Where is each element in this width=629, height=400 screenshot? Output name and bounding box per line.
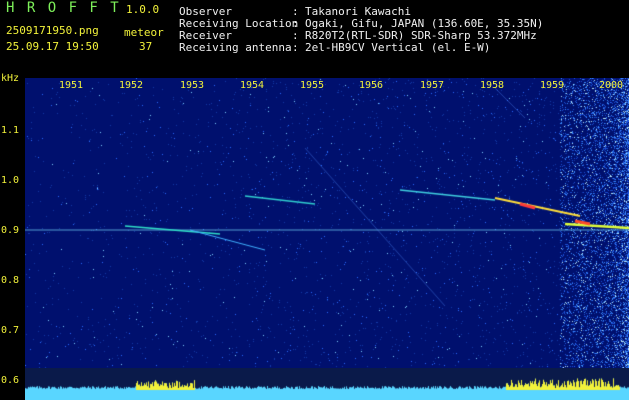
y-axis-unit: kHz: [1, 73, 20, 84]
location-sep: :: [292, 17, 306, 30]
hroff-screen: H R O F F T 1.0.0 2509171950.png 25.09.1…: [0, 0, 629, 400]
capture-datetime: 25.09.17 19:50: [6, 40, 99, 53]
image-filename: 2509171950.png: [6, 24, 99, 37]
observer-label: Observer: [179, 5, 232, 18]
y-tick-1-1: 1.1: [1, 125, 20, 136]
app-logo: H R O F F T: [6, 0, 121, 16]
observer-value: Takanori Kawachi: [305, 5, 411, 18]
x-tick-1953: 1953: [180, 80, 205, 91]
y-tick-0-6: 0.6: [1, 375, 20, 386]
y-tick-0-7: 0.7: [1, 325, 20, 336]
x-tick-1955: 1955: [300, 80, 325, 91]
receiver-value: R820T2(RTL-SDR) SDR-Sharp 53.372MHz: [305, 29, 537, 42]
meteor-label: meteor: [124, 26, 164, 39]
x-tick-1956: 1956: [359, 80, 384, 91]
meteor-count: 37: [139, 40, 153, 53]
antenna-value: 2el-HB9CV Vertical (el. E-W): [305, 41, 491, 54]
location-value: Ogaki, Gifu, JAPAN (136.60E, 35.35N): [305, 17, 544, 30]
receiver-label: Receiver: [179, 29, 232, 42]
app-version: 1.0.0: [126, 3, 160, 16]
signal-level-canvas: [25, 368, 629, 400]
x-tick-1957: 1957: [420, 80, 445, 91]
location-label: Receiving Location: [179, 17, 299, 30]
x-tick-1958: 1958: [480, 80, 505, 91]
spectrogram-canvas: [25, 78, 629, 368]
y-tick-0-9: 0.9: [1, 225, 20, 236]
observer-sep: :: [292, 5, 306, 18]
receiver-sep: :: [292, 29, 306, 42]
antenna-label: Receiving antenna: [179, 41, 292, 54]
y-tick-1-0: 1.0: [1, 175, 20, 186]
signal-level-meter: [25, 368, 629, 400]
antenna-sep: :: [292, 41, 306, 54]
x-tick-1959: 1959: [540, 80, 565, 91]
x-tick-1954: 1954: [240, 80, 265, 91]
x-tick-1952: 1952: [119, 80, 144, 91]
x-tick-1951: 1951: [59, 80, 84, 91]
x-tick-2000: 2000: [599, 80, 624, 91]
y-tick-0-8: 0.8: [1, 275, 20, 286]
spectrogram: [25, 78, 629, 368]
